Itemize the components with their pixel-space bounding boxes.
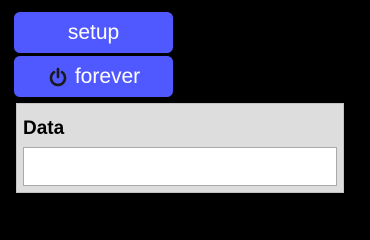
power-icon: [47, 66, 69, 88]
monitor-value-field: [23, 147, 337, 186]
forever-button[interactable]: forever: [14, 56, 173, 97]
setup-button-label: setup: [67, 20, 120, 44]
monitor-label: Data: [23, 118, 65, 139]
forever-button-label: forever: [74, 64, 141, 88]
data-monitor: Data: [16, 103, 344, 193]
setup-button[interactable]: setup: [14, 12, 173, 53]
